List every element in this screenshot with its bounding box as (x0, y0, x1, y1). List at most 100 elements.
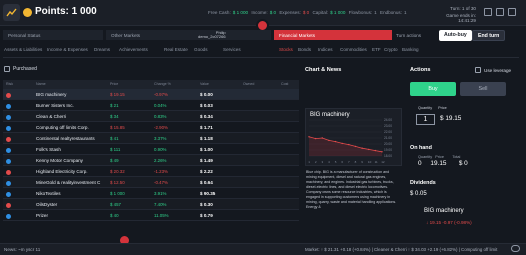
data-point (321, 137, 323, 139)
subtab-etf[interactable]: ETF (372, 47, 381, 52)
use-leverage-toggle[interactable]: Use leverage (475, 67, 511, 73)
table-row[interactable]: NikoTextiles $ 1 000 3.91% $ 90.35 (3, 188, 299, 199)
col-name[interactable]: Name (36, 82, 46, 86)
x-tick-label: 3 (321, 160, 323, 164)
subtab-dreams[interactable]: Dreams (94, 47, 110, 52)
toggle-icon[interactable] (511, 245, 520, 252)
purchased-checkbox[interactable] (4, 66, 10, 72)
table-row[interactable]: Clean & Cherri $ 34 0.83% $ 0.34 (3, 111, 299, 122)
col-change[interactable]: Change % (154, 82, 171, 86)
tab-financial-markets[interactable]: Financial Markets (274, 30, 392, 40)
risk-dot-icon (6, 213, 11, 219)
bottom-bar: News: ~m yscr 11 Market: ↑ $ 21.31 +0.18… (0, 243, 526, 255)
data-point (368, 148, 370, 151)
data-point (308, 136, 310, 138)
stocks-table: Risk Name Price Change % Value Owned Cos… (3, 80, 299, 221)
stock-name: Continental realtyrestaurants (36, 136, 95, 141)
free-cash-label: Free Cash: (208, 10, 231, 15)
stock-name: Prizer (36, 213, 48, 218)
data-point (361, 147, 363, 149)
stock-name: BIG machinery (36, 92, 67, 97)
divider (3, 57, 519, 58)
user-info: Philip demo_2c07266 (198, 30, 226, 40)
table-row[interactable]: Burner Sisters Inc. $ 21 0.04% $ 0.03 (3, 100, 299, 111)
stock-name: OilsDyster (36, 202, 58, 207)
endbonus-value: 1 (403, 10, 407, 15)
price-chart-svg: 24.0023.0022.0021.0020.0019.0018.001 2 3 4 5… (308, 118, 392, 164)
stock-price: $ 40 (110, 213, 119, 218)
expenses-label: Expenses: (279, 10, 301, 15)
stock-price: $ 19.15 (110, 92, 125, 97)
col-value[interactable]: Value (200, 82, 209, 86)
tab-personal-status[interactable]: Personal Status (3, 30, 103, 40)
subtab-income[interactable]: Income & Expenses (47, 47, 88, 52)
subtab-assets[interactable]: Assets & Liabilities (4, 47, 42, 52)
stock-price: $ 457 (110, 202, 121, 207)
purchased-filter[interactable]: Purchased (4, 66, 37, 72)
subtab-stocks[interactable]: Stocks (279, 47, 293, 52)
buy-button[interactable]: Buy (410, 82, 456, 96)
subtab-achievements[interactable]: Achievements (119, 47, 148, 52)
auto-buy-button[interactable]: Auto-buy (439, 30, 472, 41)
x-tick-label: 7 (348, 160, 350, 164)
income-label: Income: (251, 10, 268, 15)
table-row[interactable]: OilsDyster $ 457 7.40% $ 0.30 (3, 199, 299, 210)
y-tick-label: 18.00 (384, 154, 392, 158)
on-hand-title: On hand (410, 145, 432, 151)
stock-value: $ 0.03 (200, 103, 213, 108)
quantity-input[interactable]: 1 (416, 114, 435, 125)
tab-other-markets[interactable]: Other Markets (106, 30, 271, 40)
col-risk[interactable]: Risk (6, 82, 13, 86)
end-turn-button[interactable]: End turn (472, 30, 506, 41)
chart-news-title: Chart & News (305, 67, 342, 73)
subtab-banking[interactable]: Banking (402, 47, 419, 52)
purchased-label: Purchased (13, 66, 37, 72)
y-tick-label: 23.00 (384, 124, 392, 128)
x-tick-label: 2 (315, 160, 317, 164)
subtab-bonds[interactable]: Bonds (298, 47, 311, 52)
subtab-crypto[interactable]: Crypto (384, 47, 398, 52)
col-cost[interactable]: Cost (281, 82, 288, 86)
stock-change: -0.97% (154, 92, 168, 97)
leaderboard-icon[interactable] (484, 8, 492, 16)
risk-dot-icon (6, 169, 11, 175)
table-row[interactable]: Kenny Motor Company $ 49 2.26% $ 1.49 (3, 155, 299, 166)
stock-name: Computing off limits Corp. (36, 125, 89, 130)
app-logo-icon[interactable] (3, 4, 20, 21)
subtab-goods[interactable]: Goods (194, 47, 208, 52)
stock-change: 7.40% (154, 202, 167, 207)
col-owned[interactable]: Owned (243, 82, 254, 86)
stock-value: $ 0.64 (200, 180, 213, 185)
stock-name: Kenny Motor Company (36, 158, 83, 163)
free-cash-value: $ 1 000 (232, 10, 249, 15)
risk-dot-icon (6, 191, 11, 197)
market-ticker: Market: ↑ $ 21.31 +0.18 (+0.84%) | Clean… (305, 247, 498, 252)
turn-counter: Turn: 1 of 30 (450, 6, 476, 11)
subtab-indices[interactable]: Indices (318, 47, 333, 52)
settings-icon[interactable] (508, 8, 516, 16)
user-sub: demo_2c07266 (198, 34, 226, 40)
sell-button[interactable]: Sell (460, 82, 506, 96)
stock-price: $ 1 000 (110, 191, 125, 196)
stock-change: -2.90% (154, 125, 168, 130)
table-row[interactable]: BIG machinery $ 19.15 -0.97% $ 0.00 (3, 89, 299, 100)
table-row[interactable]: MineGold & realityinvestment C $ 12.50 -0.… (3, 177, 299, 188)
table-row[interactable]: Prizer $ 40 11.05% $ 0.79 (3, 210, 299, 221)
x-tick-label: 6 (341, 160, 343, 164)
stock-change: 3.91% (154, 191, 167, 196)
table-row[interactable]: Computing off limits Corp. $ 15.85 -2.90% $… (3, 122, 299, 133)
stock-value: $ 2.22 (200, 169, 213, 174)
price-label: Price (438, 106, 447, 110)
table-row[interactable]: Folk's Stash $ 111 0.90% $ 1.00 (3, 144, 299, 155)
subtab-commodities[interactable]: Commodities (340, 47, 367, 52)
table-row[interactable]: Highland Electricity Corp. $ 20.32 -1.23% $… (3, 166, 299, 177)
col-price[interactable]: Price (110, 82, 118, 86)
leverage-checkbox[interactable] (475, 67, 481, 73)
help-icon[interactable] (496, 8, 504, 16)
table-row[interactable]: Continental realtyrestaurants $ 41 3.37% $ … (3, 133, 299, 144)
subtab-real-estate[interactable]: Real Estate (164, 47, 188, 52)
y-tick-label: 21.00 (384, 136, 392, 140)
subtab-services[interactable]: Services (223, 47, 241, 52)
points-label: Points: (35, 6, 69, 17)
stock-change: -0.47% (154, 180, 168, 185)
